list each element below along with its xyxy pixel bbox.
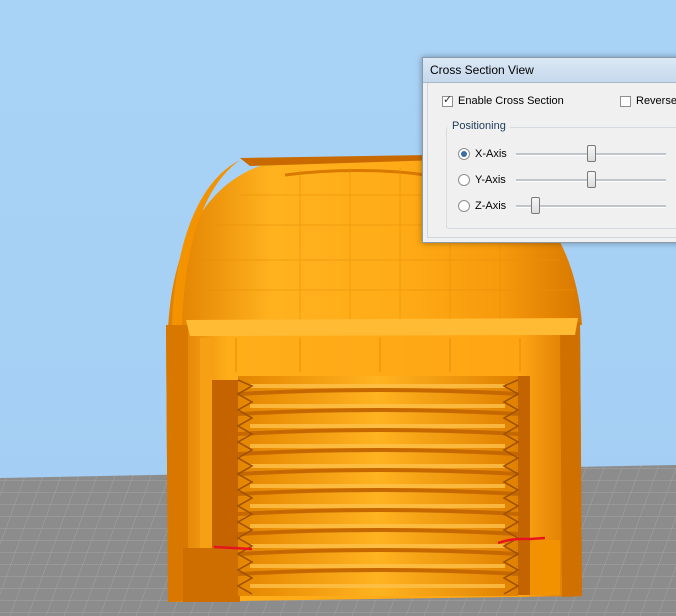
reverse-checkbox-box[interactable] bbox=[620, 95, 631, 107]
x-axis-slider-thumb[interactable] bbox=[587, 145, 596, 162]
x-axis-slider[interactable] bbox=[516, 144, 666, 164]
z-axis-slider-thumb[interactable] bbox=[531, 197, 540, 214]
y-axis-slider[interactable] bbox=[516, 170, 666, 190]
enable-cross-section-checkbox[interactable]: ✓ Enable Cross Section bbox=[442, 93, 564, 107]
z-axis-slider[interactable] bbox=[516, 196, 666, 216]
y-axis-radio[interactable]: Y-Axis bbox=[458, 174, 506, 186]
z-axis-radio-circle[interactable] bbox=[458, 200, 470, 212]
enable-cross-section-label: Enable Cross Section bbox=[458, 95, 564, 107]
model-threads bbox=[236, 376, 520, 596]
y-axis-radio-circle[interactable] bbox=[458, 174, 470, 186]
x-axis-radio[interactable]: X-Axis bbox=[458, 148, 507, 160]
dialog-titlebar[interactable]: Cross Section View bbox=[423, 58, 676, 83]
cross-section-dialog: Cross Section View ✓ Enable Cross Sectio… bbox=[422, 57, 676, 243]
reverse-checkbox[interactable]: Reverse bbox=[620, 95, 676, 107]
y-axis-label: Y-Axis bbox=[475, 174, 506, 186]
radio-selected-dot bbox=[461, 151, 467, 157]
check-mark-icon: ✓ bbox=[443, 93, 453, 106]
dialog-body: ✓ Enable Cross Section Reverse Positioni… bbox=[427, 83, 676, 238]
enable-checkbox-box[interactable]: ✓ bbox=[442, 93, 453, 107]
positioning-legend: Positioning bbox=[448, 120, 510, 132]
y-axis-slider-thumb[interactable] bbox=[587, 171, 596, 188]
z-axis-radio[interactable]: Z-Axis bbox=[458, 200, 506, 212]
x-axis-label: X-Axis bbox=[475, 148, 507, 160]
x-axis-radio-circle[interactable] bbox=[458, 148, 470, 160]
z-axis-label: Z-Axis bbox=[475, 200, 507, 212]
dialog-title: Cross Section View bbox=[430, 63, 534, 77]
reverse-label: Reverse bbox=[636, 95, 676, 107]
